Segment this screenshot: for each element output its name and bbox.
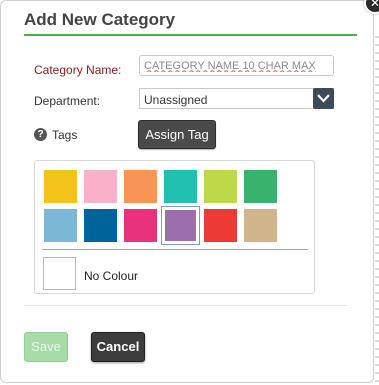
colour-swatch[interactable] [124, 170, 157, 203]
colour-swatch[interactable] [44, 209, 77, 242]
colour-swatch[interactable] [164, 170, 197, 203]
department-select[interactable]: Unassigned [139, 88, 334, 109]
department-label: Department: [34, 94, 101, 108]
add-category-dialog: Add New Category Category Name: Departme… [0, 0, 374, 383]
tags-label: Tags [52, 128, 78, 142]
no-colour-swatch[interactable] [43, 257, 76, 290]
colour-swatch[interactable] [161, 206, 200, 245]
no-colour-label: No Colour [84, 269, 139, 283]
help-icon[interactable]: ? [34, 128, 47, 141]
swatch-grid [35, 161, 314, 293]
footer-divider [24, 305, 347, 306]
colour-swatch[interactable] [84, 170, 117, 203]
colour-swatch[interactable] [84, 209, 117, 242]
category-name-input[interactable] [139, 55, 334, 76]
colour-swatch[interactable] [124, 209, 157, 242]
title-underline [24, 34, 357, 36]
assign-tag-button[interactable]: Assign Tag [138, 120, 216, 149]
chevron-down-icon[interactable] [313, 88, 334, 109]
colour-swatch[interactable] [204, 170, 237, 203]
colour-swatch[interactable] [44, 170, 77, 203]
colour-palette: No Colour [34, 160, 315, 294]
colour-swatch[interactable] [244, 209, 277, 242]
colour-swatch[interactable] [244, 170, 277, 203]
background-page-edge [375, 30, 379, 385]
palette-divider [42, 249, 308, 250]
department-selected-value: Unassigned [144, 93, 208, 107]
category-name-label: Category Name: [34, 63, 122, 77]
cancel-button[interactable]: Cancel [91, 332, 145, 362]
dialog-title: Add New Category [24, 10, 176, 29]
save-button[interactable]: Save [24, 332, 68, 362]
colour-swatch[interactable] [204, 209, 237, 242]
